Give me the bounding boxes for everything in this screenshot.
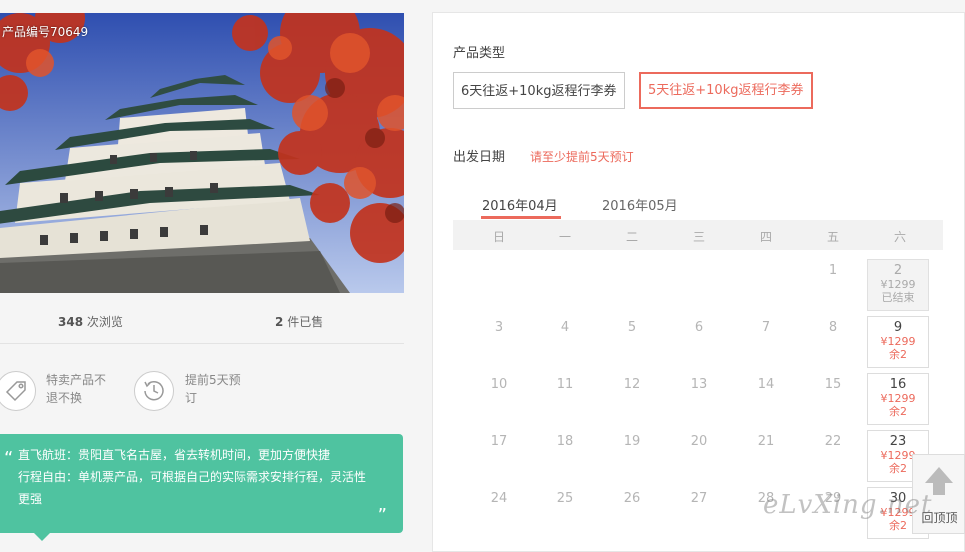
calendar-day-available[interactable]: 16 ¥1299 余2 — [867, 373, 929, 425]
product-photo: 产品编号70649 — [0, 13, 404, 293]
day-remaining: 余2 — [889, 348, 907, 361]
day-number: 16 — [889, 377, 907, 392]
tab-month-april[interactable]: 2016年04月 — [482, 195, 558, 214]
weekday-label: 五 — [826, 230, 839, 244]
day-number: 2 — [893, 263, 903, 278]
day-number: 23 — [889, 434, 907, 449]
weekday-label: 二 — [625, 230, 638, 244]
highlight-line: 行程自由：单机票产品，可根据自己的实际需求安排行程，灵活性 — [18, 470, 367, 484]
weekday-label: 六 — [893, 230, 906, 244]
product-panel: 产品编号70649 348 次浏览 2 件已售 特卖产品不 退不换 提前5天预 … — [0, 0, 404, 541]
day-remaining: 余2 — [889, 405, 907, 418]
calendar-day: 12 — [623, 377, 641, 392]
weekday-label: 四 — [759, 230, 772, 244]
close-quote-icon: ” — [377, 505, 387, 526]
advance-notice: 请至少提前5天预订 — [530, 150, 634, 164]
calendar-day: 22 — [824, 434, 842, 449]
product-number: 产品编号70649 — [2, 25, 89, 39]
calendar-day-available: 2 ¥1299 已结束 — [867, 259, 929, 311]
calendar-day: 10 — [490, 377, 508, 392]
calendar-day-available[interactable]: 9 ¥1299 余2 — [867, 316, 929, 368]
feature-line: 订 — [185, 391, 198, 405]
sold-count: 2 — [275, 315, 284, 329]
calendar-day: 13 — [690, 377, 708, 392]
highlights-box: “ 直飞航班：贵阳直飞名古屋，省去转机时间，更加方便快捷 行程自由：单机票产品，… — [0, 434, 403, 541]
highlight-line: 更强 — [18, 492, 43, 506]
tag-icon — [0, 371, 36, 411]
speech-tail — [34, 533, 50, 541]
views-label: 次浏览 — [86, 315, 123, 329]
sold-stat: 2 件已售 — [275, 313, 323, 330]
feature-line: 退不换 — [46, 391, 83, 405]
highlight-line: 直飞航班：贵阳直飞名古屋，省去转机时间，更加方便快捷 — [18, 448, 331, 462]
feature-line: 特卖产品不 — [46, 373, 107, 387]
calendar-day: 6 — [694, 320, 704, 335]
product-type-title: 产品类型 — [453, 46, 506, 61]
calendar-day: 17 — [490, 434, 508, 449]
views-stat: 348 次浏览 — [58, 313, 123, 330]
day-price: ¥1299 — [880, 392, 916, 405]
type-option-6day[interactable]: 6天往返+10kg返程行李券 — [453, 72, 625, 109]
calendar-day: 7 — [761, 320, 771, 335]
feature-line: 提前5天预 — [185, 373, 241, 387]
day-price: ¥1299 — [880, 278, 916, 291]
calendar-day: 21 — [757, 434, 775, 449]
day-remaining: 已结束 — [881, 291, 915, 304]
calendar-day: 3 — [494, 320, 504, 335]
feature-advance-booking: 提前5天预 订 — [185, 371, 241, 407]
departure-date-title: 出发日期 — [453, 150, 506, 165]
weekday-label: 日 — [492, 230, 505, 244]
active-tab-indicator — [481, 216, 561, 219]
calendar-day: 18 — [556, 434, 574, 449]
calendar-day: 4 — [560, 320, 570, 335]
watermark-text: eLvXing.net — [763, 490, 933, 520]
type-option-5day[interactable]: 5天往返+10kg返程行李券 — [639, 72, 813, 109]
feature-no-refund: 特卖产品不 退不换 — [46, 371, 106, 407]
calendar-day: 27 — [690, 491, 708, 506]
product-stats: 348 次浏览 2 件已售 — [0, 293, 404, 344]
calendar-day: 20 — [690, 434, 708, 449]
calendar-day: 19 — [623, 434, 641, 449]
clock-icon — [134, 371, 174, 411]
weekday-label: 三 — [692, 230, 705, 244]
calendar-day: 15 — [824, 377, 842, 392]
calendar-day: 5 — [627, 320, 637, 335]
calendar-day: 1 — [828, 263, 838, 278]
calendar-day: 26 — [623, 491, 641, 506]
weekday-label: 一 — [558, 230, 571, 244]
calendar-day: 24 — [490, 491, 508, 506]
open-quote-icon: “ — [4, 448, 14, 469]
castle-image — [0, 13, 404, 293]
day-price: ¥1299 — [880, 335, 916, 348]
tab-month-may[interactable]: 2016年05月 — [602, 195, 678, 214]
sold-label: 件已售 — [287, 315, 324, 329]
calendar-day: 11 — [556, 377, 574, 392]
calendar-day: 14 — [757, 377, 775, 392]
calendar-day: 25 — [556, 491, 574, 506]
views-count: 348 — [58, 315, 84, 329]
calendar-day: 8 — [828, 320, 838, 335]
booking-panel: 产品类型 6天往返+10kg返程行李券 5天往返+10kg返程行李券 出发日期 … — [432, 12, 965, 552]
day-number: 9 — [893, 320, 903, 335]
